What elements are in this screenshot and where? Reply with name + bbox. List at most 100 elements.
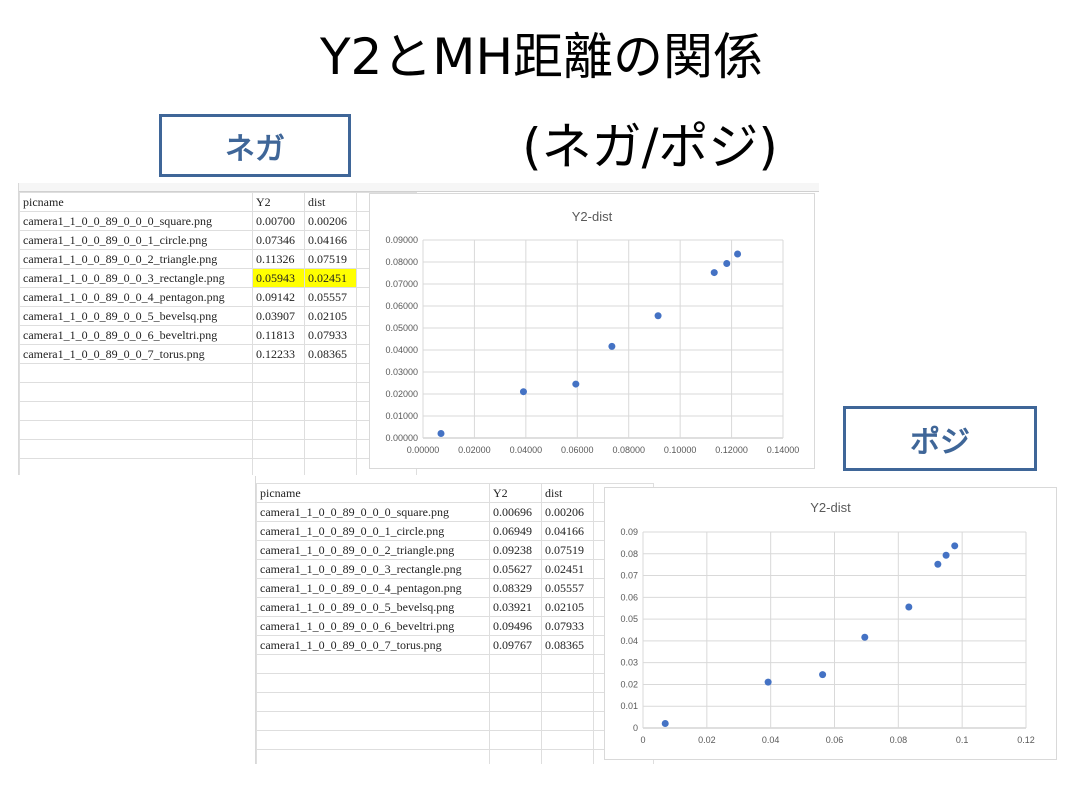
empty-cell[interactable] bbox=[19, 382, 253, 402]
header-cell[interactable]: Y2 bbox=[489, 483, 542, 503]
dist-cell[interactable]: 0.00206 bbox=[541, 502, 594, 522]
picname-cell[interactable]: camera1_1_0_0_89_0_0_1_circle.png bbox=[256, 521, 490, 541]
empty-cell[interactable] bbox=[541, 654, 594, 674]
dist-cell[interactable]: 0.00206 bbox=[304, 211, 357, 231]
header-cell[interactable]: picname bbox=[19, 192, 253, 212]
empty-cell[interactable] bbox=[489, 673, 542, 693]
empty-cell[interactable] bbox=[489, 692, 542, 712]
dist-cell[interactable]: 0.04166 bbox=[541, 521, 594, 541]
y2-cell[interactable]: 0.12233 bbox=[252, 344, 305, 364]
picname-cell[interactable]: camera1_1_0_0_89_0_0_3_rectangle.png bbox=[19, 268, 253, 288]
empty-cell[interactable] bbox=[256, 730, 490, 750]
y2-cell[interactable]: 0.08329 bbox=[489, 578, 542, 598]
picname-cell[interactable]: camera1_1_0_0_89_0_0_5_bevelsq.png bbox=[19, 306, 253, 326]
dist-cell[interactable]: 0.07519 bbox=[304, 249, 357, 269]
empty-cell[interactable] bbox=[252, 401, 305, 421]
y2-cell-highlighted[interactable]: 0.05943 bbox=[252, 268, 305, 288]
empty-cell[interactable] bbox=[252, 458, 305, 475]
table-row: camera1_1_0_0_89_0_0_6_beveltri.png 0.09… bbox=[256, 616, 654, 636]
dist-cell[interactable]: 0.07933 bbox=[541, 616, 594, 636]
empty-row bbox=[256, 673, 654, 693]
empty-cell[interactable] bbox=[252, 363, 305, 383]
empty-cell[interactable] bbox=[256, 711, 490, 731]
dist-cell[interactable]: 0.02105 bbox=[304, 306, 357, 326]
empty-cell[interactable] bbox=[489, 711, 542, 731]
empty-cell[interactable] bbox=[19, 363, 253, 383]
dist-cell[interactable]: 0.05557 bbox=[304, 287, 357, 307]
empty-cell[interactable] bbox=[489, 749, 542, 764]
picname-cell[interactable]: camera1_1_0_0_89_0_0_4_pentagon.png bbox=[19, 287, 253, 307]
dist-cell[interactable]: 0.05557 bbox=[541, 578, 594, 598]
empty-cell[interactable] bbox=[304, 420, 357, 440]
dist-cell[interactable]: 0.02105 bbox=[541, 597, 594, 617]
empty-cell[interactable] bbox=[252, 420, 305, 440]
picname-cell[interactable]: camera1_1_0_0_89_0_0_2_triangle.png bbox=[256, 540, 490, 560]
header-cell[interactable]: Y2 bbox=[252, 192, 305, 212]
empty-cell[interactable] bbox=[252, 382, 305, 402]
y2-cell[interactable]: 0.11326 bbox=[252, 249, 305, 269]
picname-cell[interactable]: camera1_1_0_0_89_0_0_0_square.png bbox=[256, 502, 490, 522]
positive-scatter-chart[interactable]: Y2-dist 0 0.01 0.02 0.03 0.04 0.05 0.06 0.07 0.08… bbox=[604, 487, 1057, 760]
empty-cell[interactable] bbox=[489, 654, 542, 674]
empty-cell[interactable] bbox=[304, 401, 357, 421]
dist-cell-highlighted[interactable]: 0.02451 bbox=[304, 268, 357, 288]
empty-cell[interactable] bbox=[541, 673, 594, 693]
empty-cell[interactable] bbox=[252, 439, 305, 459]
picname-cell[interactable]: camera1_1_0_0_89_0_0_0_square.png bbox=[19, 211, 253, 231]
empty-cell[interactable] bbox=[541, 711, 594, 731]
empty-cell[interactable] bbox=[541, 692, 594, 712]
picname-cell[interactable]: camera1_1_0_0_89_0_0_6_beveltri.png bbox=[256, 616, 490, 636]
positive-data-table: picname Y2 dist camera1_1_0_0_89_0_0_0_s… bbox=[256, 483, 654, 764]
y2-cell[interactable]: 0.00700 bbox=[252, 211, 305, 231]
y2-cell[interactable]: 0.03907 bbox=[252, 306, 305, 326]
x-tick-label: 0.12000 bbox=[715, 445, 748, 455]
picname-cell[interactable]: camera1_1_0_0_89_0_0_5_bevelsq.png bbox=[256, 597, 490, 617]
empty-row bbox=[256, 711, 654, 731]
dist-cell[interactable]: 0.08365 bbox=[541, 635, 594, 655]
empty-cell[interactable] bbox=[19, 439, 253, 459]
y2-cell[interactable]: 0.05627 bbox=[489, 559, 542, 579]
picname-cell[interactable]: camera1_1_0_0_89_0_0_4_pentagon.png bbox=[256, 578, 490, 598]
empty-cell[interactable] bbox=[304, 363, 357, 383]
y2-cell[interactable]: 0.03921 bbox=[489, 597, 542, 617]
picname-cell[interactable]: camera1_1_0_0_89_0_0_1_circle.png bbox=[19, 230, 253, 250]
empty-cell[interactable] bbox=[256, 673, 490, 693]
empty-cell[interactable] bbox=[541, 730, 594, 750]
picname-cell[interactable]: camera1_1_0_0_89_0_0_7_torus.png bbox=[256, 635, 490, 655]
dist-cell[interactable]: 0.07933 bbox=[304, 325, 357, 345]
picname-cell[interactable]: camera1_1_0_0_89_0_0_7_torus.png bbox=[19, 344, 253, 364]
empty-cell[interactable] bbox=[489, 730, 542, 750]
empty-cell[interactable] bbox=[19, 458, 253, 475]
dist-cell[interactable]: 0.08365 bbox=[304, 344, 357, 364]
header-cell[interactable]: dist bbox=[304, 192, 357, 212]
empty-cell[interactable] bbox=[304, 458, 357, 475]
header-cell[interactable]: picname bbox=[256, 483, 490, 503]
empty-cell[interactable] bbox=[304, 439, 357, 459]
y2-cell[interactable]: 0.06949 bbox=[489, 521, 542, 541]
empty-cell[interactable] bbox=[256, 654, 490, 674]
empty-cell[interactable] bbox=[19, 401, 253, 421]
table-row: camera1_1_0_0_89_0_0_1_circle.png 0.0734… bbox=[19, 230, 417, 250]
y2-cell[interactable]: 0.09496 bbox=[489, 616, 542, 636]
picname-cell[interactable]: camera1_1_0_0_89_0_0_2_triangle.png bbox=[19, 249, 253, 269]
empty-cell[interactable] bbox=[256, 692, 490, 712]
y2-cell[interactable]: 0.09142 bbox=[252, 287, 305, 307]
picname-cell[interactable]: camera1_1_0_0_89_0_0_3_rectangle.png bbox=[256, 559, 490, 579]
dist-cell[interactable]: 0.04166 bbox=[304, 230, 357, 250]
negative-scatter-chart[interactable]: Y2-dist 0.00000 0.01000 0.02000 0.03000 0.040… bbox=[369, 193, 815, 469]
y2-cell[interactable]: 0.09767 bbox=[489, 635, 542, 655]
y2-cell[interactable]: 0.07346 bbox=[252, 230, 305, 250]
y-tick-label: 0.01000 bbox=[385, 411, 418, 421]
empty-cell[interactable] bbox=[256, 749, 490, 764]
y2-cell[interactable]: 0.09238 bbox=[489, 540, 542, 560]
empty-cell[interactable] bbox=[541, 749, 594, 764]
y2-cell[interactable]: 0.00696 bbox=[489, 502, 542, 522]
header-cell[interactable]: dist bbox=[541, 483, 594, 503]
dist-cell[interactable]: 0.02451 bbox=[541, 559, 594, 579]
positive-label: ポジ bbox=[910, 424, 970, 460]
empty-cell[interactable] bbox=[19, 420, 253, 440]
picname-cell[interactable]: camera1_1_0_0_89_0_0_6_beveltri.png bbox=[19, 325, 253, 345]
y2-cell[interactable]: 0.11813 bbox=[252, 325, 305, 345]
dist-cell[interactable]: 0.07519 bbox=[541, 540, 594, 560]
empty-cell[interactable] bbox=[304, 382, 357, 402]
